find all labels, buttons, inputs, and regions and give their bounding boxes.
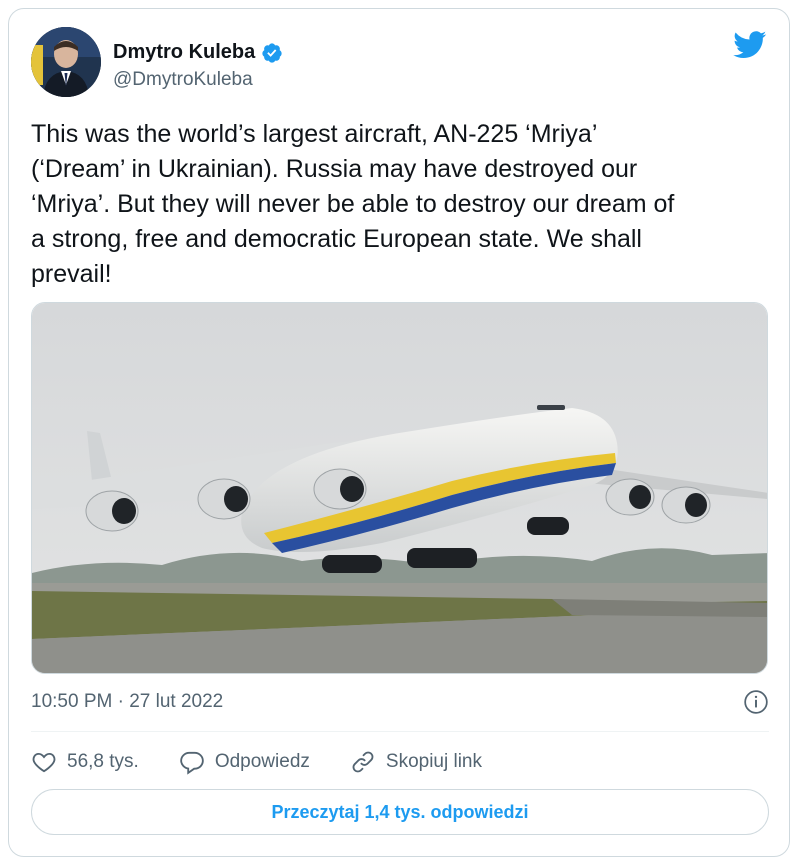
tweet-photo[interactable] [31, 302, 768, 674]
copy-link-label: Skopiuj link [385, 751, 482, 772]
verified-badge-icon [262, 42, 282, 63]
author-name-row[interactable]: Dmytro Kuleba [113, 41, 283, 64]
tweet-timestamp[interactable]: 10:50 PM · 27 lut 2022 [31, 691, 223, 713]
read-replies-button[interactable]: Przeczytaj 1,4 tys. odpowiedzi [31, 789, 769, 835]
twitter-bird-icon[interactable] [733, 31, 767, 59]
avatar[interactable] [31, 27, 101, 97]
divider [31, 731, 769, 732]
tweet-text: This was the world’s largest aircraft, A… [31, 120, 675, 288]
heart-icon [32, 752, 56, 773]
info-icon[interactable] [743, 689, 769, 715]
tweet-actions: 56,8 tys. Odpowiedz Skopiuj link [31, 745, 522, 779]
tweet-meta: 10:50 PM · 27 lut 2022 [31, 689, 769, 717]
copy-link-button[interactable]: Skopiuj link [350, 749, 482, 775]
reply-bubble-icon [180, 751, 204, 775]
author-name[interactable]: Dmytro Kuleba [113, 41, 255, 64]
author-handle[interactable]: @DmytroKuleba [113, 69, 253, 91]
link-icon [352, 751, 374, 773]
aircraft-photo-image [32, 303, 767, 673]
avatar-image [31, 27, 101, 97]
like-count: 56,8 tys. [67, 751, 139, 772]
reply-button[interactable]: Odpowiedz [179, 749, 310, 775]
reply-label: Odpowiedz [214, 751, 310, 772]
tweet-card: Dmytro Kuleba @DmytroKuleba This was the… [8, 8, 790, 857]
like-button[interactable]: 56,8 tys. [31, 749, 139, 775]
